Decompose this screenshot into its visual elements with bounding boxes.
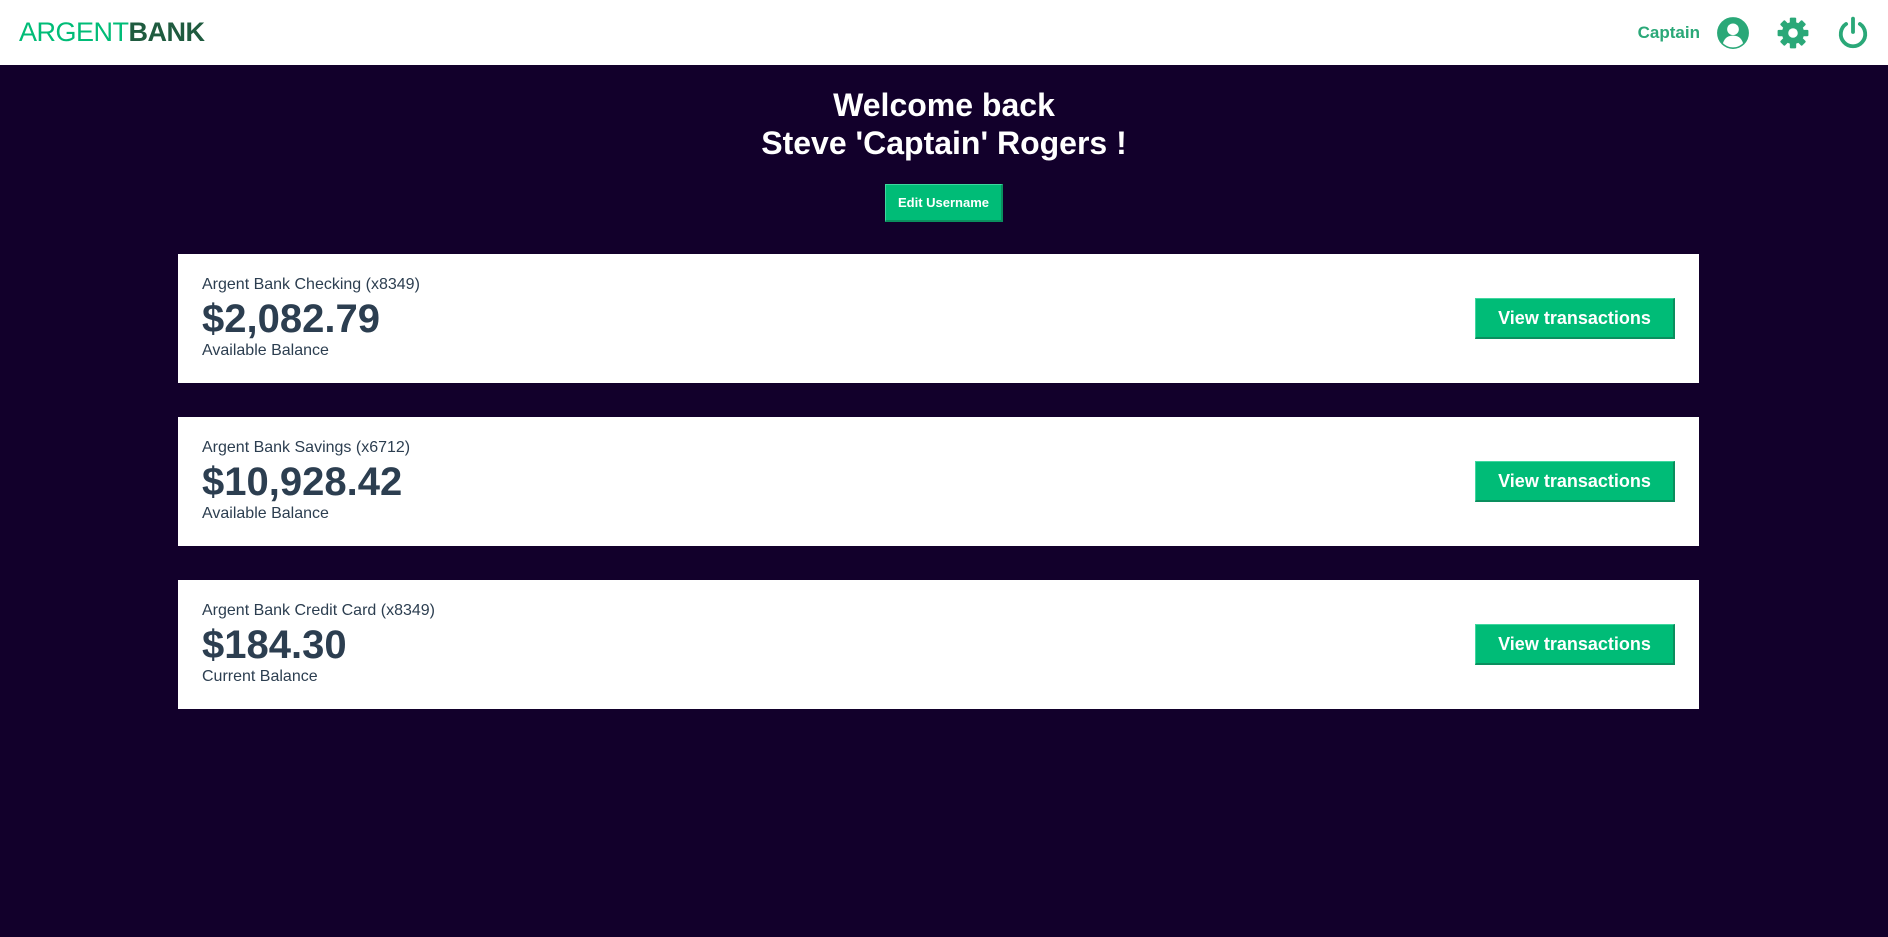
- main-nav: ARGENT BANK Captain: [0, 0, 1888, 65]
- view-transactions-button[interactable]: View transactions: [1475, 298, 1675, 339]
- account-title: Argent Bank Credit Card (x8349): [202, 602, 435, 619]
- account-info: Argent Bank Checking (x8349) $2,082.79 A…: [202, 276, 420, 361]
- power-icon[interactable]: [1835, 15, 1870, 50]
- account-amount-description: Available Balance: [202, 342, 329, 359]
- account-title: Argent Bank Checking (x8349): [202, 276, 420, 293]
- gear-icon[interactable]: [1775, 15, 1810, 50]
- view-transactions-button[interactable]: View transactions: [1475, 624, 1675, 665]
- user-circle-icon[interactable]: [1715, 15, 1750, 50]
- account-info: Argent Bank Credit Card (x8349) $184.30 …: [202, 602, 435, 687]
- logo-text-argent: ARGENT: [19, 17, 129, 47]
- account-amount: $2,082.79: [202, 297, 380, 341]
- account-card-savings: Argent Bank Savings (x6712) $10,928.42 A…: [178, 417, 1699, 546]
- account-amount-description: Available Balance: [202, 505, 329, 522]
- accounts-list: Argent Bank Checking (x8349) $2,082.79 A…: [178, 254, 1699, 743]
- nav-username-link[interactable]: Captain: [1638, 23, 1700, 43]
- logo-text-bank: BANK: [128, 17, 206, 47]
- account-info: Argent Bank Savings (x6712) $10,928.42 A…: [202, 439, 410, 524]
- account-amount: $184.30: [202, 623, 347, 667]
- welcome-line: Welcome back: [833, 87, 1055, 123]
- main-content: Welcome back Steve 'Captain' Rogers ! Ed…: [0, 65, 1888, 709]
- nav-actions: Captain: [1638, 15, 1870, 50]
- edit-username-button[interactable]: Edit Username: [884, 184, 1004, 222]
- account-card-checking: Argent Bank Checking (x8349) $2,082.79 A…: [178, 254, 1699, 383]
- account-amount: $10,928.42: [202, 460, 403, 504]
- user-fullname: Steve 'Captain' Rogers !: [761, 125, 1127, 161]
- welcome-heading: Welcome back Steve 'Captain' Rogers !: [0, 86, 1888, 162]
- welcome-header: Welcome back Steve 'Captain' Rogers ! Ed…: [0, 65, 1888, 222]
- argent-bank-logo[interactable]: ARGENT BANK: [19, 17, 205, 48]
- view-transactions-button[interactable]: View transactions: [1475, 461, 1675, 502]
- account-amount-description: Current Balance: [202, 668, 318, 685]
- account-title: Argent Bank Savings (x6712): [202, 439, 411, 456]
- account-card-credit: Argent Bank Credit Card (x8349) $184.30 …: [178, 580, 1699, 709]
